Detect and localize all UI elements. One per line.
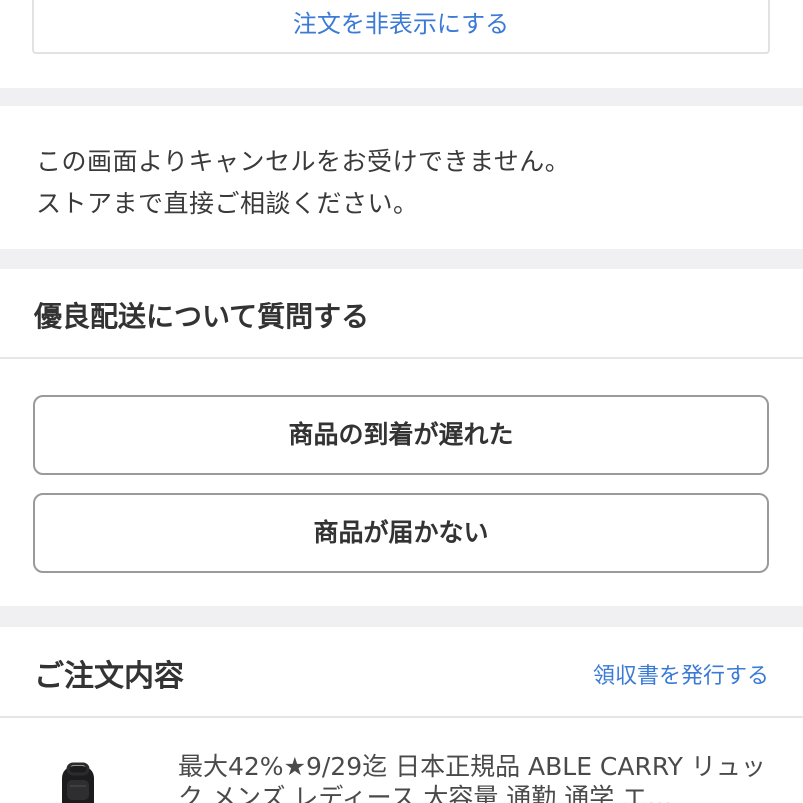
order-details-section: ご注文内容 領収書を発行する 最大42%★9/29迄 日本正規品 ABLE CA… bbox=[0, 627, 803, 803]
cancel-notice-line-1: この画面よりキャンセルをお受けできません。 bbox=[36, 147, 571, 176]
shipping-inquiry-header: 優良配送について質問する bbox=[0, 269, 803, 359]
shipping-inquiry-title: 優良配送について質問する bbox=[34, 300, 370, 333]
order-details-title: ご注文内容 bbox=[34, 659, 184, 694]
order-detail-page: 注文を非表示にする この画面よりキャンセルをお受けできません。 ストアまで直接ご… bbox=[0, 0, 803, 803]
shipping-inquiry-section: 優良配送について質問する 商品の到着が遅れた 商品が届かない bbox=[0, 269, 803, 606]
backpack-icon[interactable] bbox=[48, 762, 108, 803]
hide-order-label[interactable]: 注文を非表示にする bbox=[34, 4, 768, 44]
cancel-notice-line-2: ストアまで直接ご相談ください。 bbox=[36, 189, 419, 218]
late-arrival-button[interactable]: 商品の到着が遅れた bbox=[33, 395, 769, 475]
product-name-link[interactable]: 最大42%★9/29迄 日本正規品 ABLE CARRY リュック メンズ レデ… bbox=[178, 751, 770, 803]
hide-order-button[interactable]: 注文を非表示にする bbox=[32, 0, 770, 54]
cancel-notice: この画面よりキャンセルをお受けできません。 ストアまで直接ご相談ください。 bbox=[0, 106, 803, 249]
not-delivered-button[interactable]: 商品が届かない bbox=[33, 493, 769, 573]
issue-receipt-link[interactable]: 領収書を発行する bbox=[593, 658, 769, 690]
order-details-header: ご注文内容 領収書を発行する bbox=[0, 627, 803, 718]
order-visibility-section: 注文を非表示にする bbox=[0, 0, 803, 88]
